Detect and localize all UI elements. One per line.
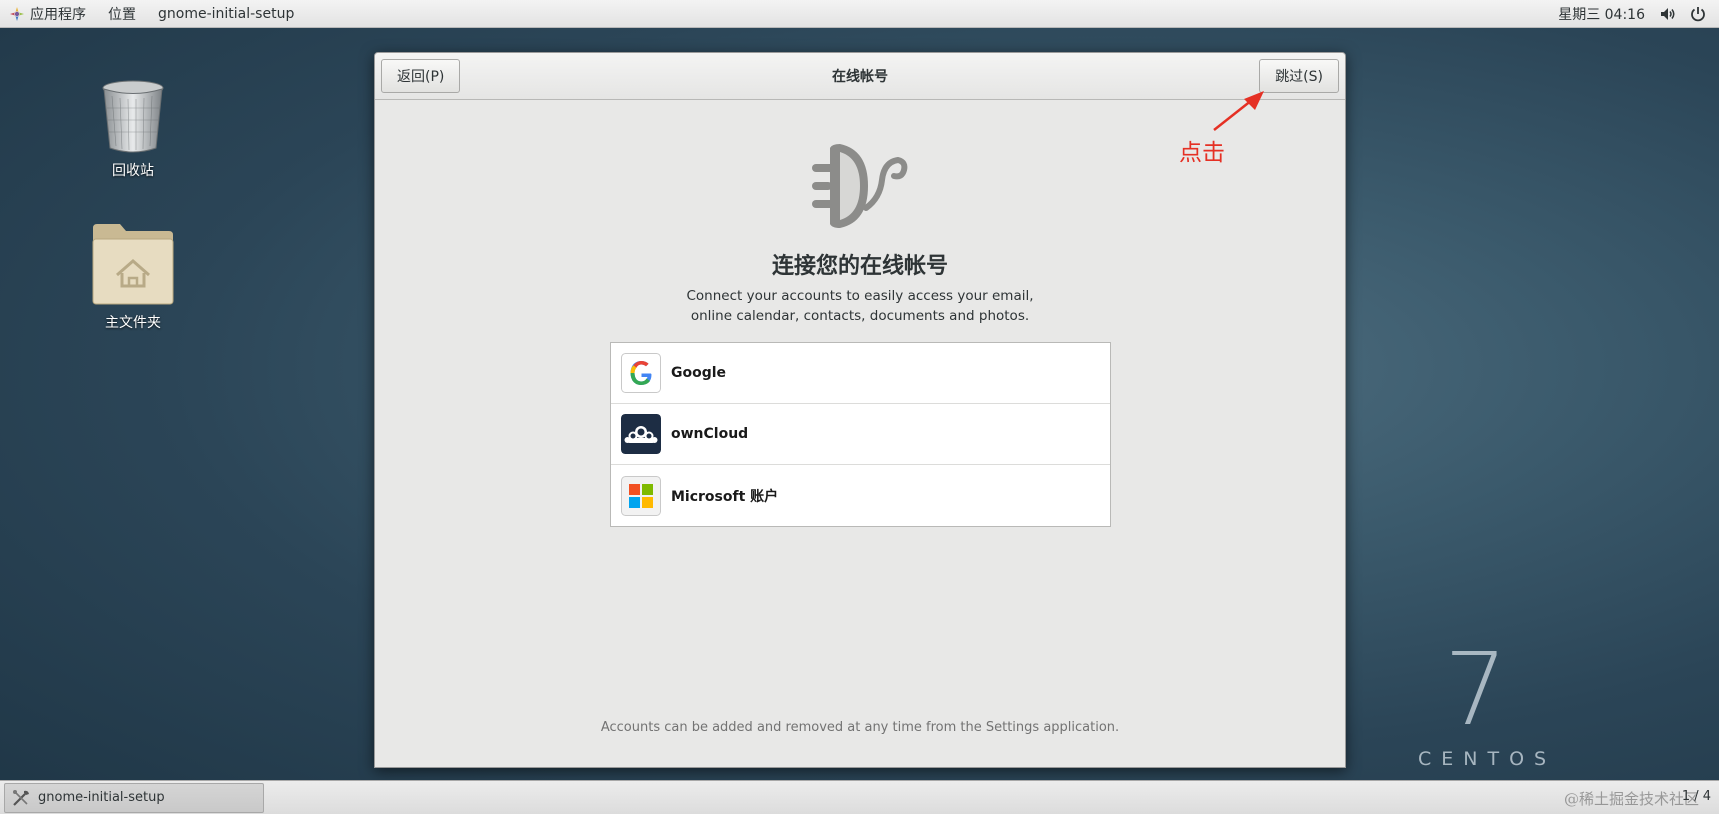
active-app-label: gnome-initial-setup xyxy=(158,5,295,22)
setup-tools-icon xyxy=(13,789,29,806)
places-menu[interactable]: 位置 xyxy=(97,0,147,27)
taskbar-item-initial-setup[interactable]: gnome-initial-setup xyxy=(4,782,264,813)
skip-button[interactable]: 跳过(S) xyxy=(1259,59,1339,93)
watermark: @稀土掘金技术社区 xyxy=(1563,790,1699,808)
page-description: Connect your accounts to easily access y… xyxy=(375,286,1345,326)
account-provider-list: Google ownCloud Microsoft 账户 xyxy=(610,342,1111,527)
desktop-trash[interactable]: 回收站 xyxy=(73,80,193,180)
google-icon xyxy=(621,353,661,393)
account-row-owncloud[interactable]: ownCloud xyxy=(611,404,1110,465)
dialog-title: 在线帐号 xyxy=(832,69,888,85)
account-name-microsoft: Microsoft 账户 xyxy=(671,488,779,505)
footer-note: Accounts can be added and removed at any… xyxy=(600,720,1120,735)
places-label: 位置 xyxy=(108,6,136,23)
account-name-google: Google xyxy=(671,365,727,381)
microsoft-icon xyxy=(621,475,661,516)
bottom-taskbar: gnome-initial-setup @稀土掘金技术社区 1 / 4 xyxy=(0,780,1719,814)
online-accounts-icon xyxy=(812,144,908,228)
description-line-2: online calendar, contacts, documents and… xyxy=(690,308,1030,324)
home-folder-label: 主文件夹 xyxy=(105,315,161,331)
account-row-google[interactable]: Google xyxy=(611,343,1110,404)
top-bar: 应用程序 位置 gnome-initial-setup 星期三 04:16 xyxy=(0,0,1719,28)
back-button[interactable]: 返回(P) xyxy=(381,59,461,93)
centos-version-mark: 7 xyxy=(1444,640,1508,730)
annotation-label: 点击 xyxy=(1179,140,1225,166)
account-row-microsoft[interactable]: Microsoft 账户 xyxy=(611,465,1110,526)
description-line-1: Connect your accounts to easily access y… xyxy=(686,288,1034,304)
power-icon[interactable] xyxy=(1689,5,1707,23)
home-folder-icon xyxy=(92,224,174,305)
centos-wordmark: CENTOS xyxy=(1418,748,1557,770)
dialog-content: 连接您的在线帐号 Connect your accounts to easily… xyxy=(375,100,1345,767)
clock-label: 星期三 04:16 xyxy=(1558,6,1645,23)
workspace-pager[interactable]: 1 / 4 xyxy=(1682,789,1711,804)
desktop-home-folder[interactable]: 主文件夹 xyxy=(73,222,193,332)
clock[interactable]: 星期三 04:16 xyxy=(1544,4,1659,24)
apps-menu-icon xyxy=(10,6,24,21)
applications-menu[interactable]: 应用程序 xyxy=(0,0,97,27)
page-heading: 连接您的在线帐号 xyxy=(771,254,948,279)
trash-label: 回收站 xyxy=(112,163,154,179)
owncloud-icon xyxy=(621,414,661,454)
applications-label: 应用程序 xyxy=(30,6,86,23)
account-name-owncloud: ownCloud xyxy=(671,426,749,442)
active-app-menu[interactable]: gnome-initial-setup xyxy=(147,0,305,27)
annotation-arrow-icon xyxy=(1213,91,1264,131)
taskbar-item-label: gnome-initial-setup xyxy=(38,790,165,805)
volume-icon[interactable] xyxy=(1659,5,1677,23)
centos-version: 7 xyxy=(1444,640,1508,730)
trash-icon xyxy=(102,80,164,153)
